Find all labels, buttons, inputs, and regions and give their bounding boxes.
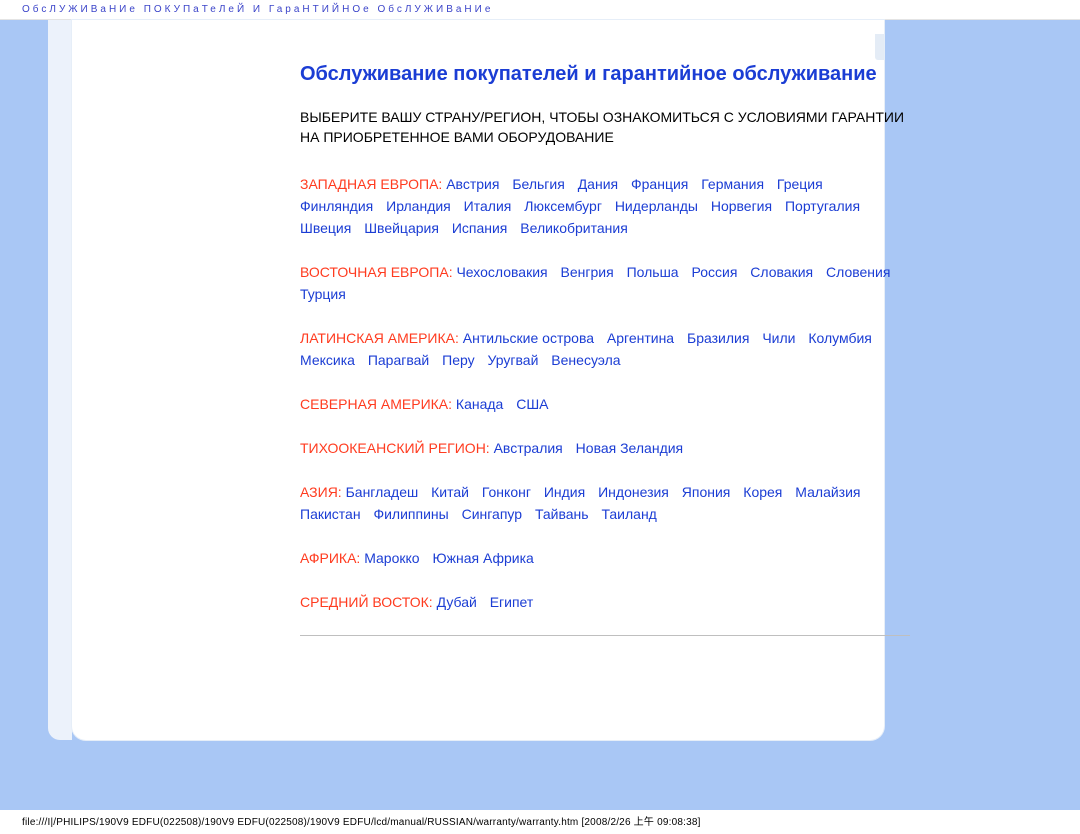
region-block: АЗИЯ: Бангладеш Китай Гонконг Индия Индо… [300, 481, 910, 525]
country-link[interactable]: Аргентина [607, 330, 674, 346]
country-link[interactable]: Чехословакия [456, 264, 547, 280]
country-link[interactable]: Швейцария [364, 220, 439, 236]
region-block: АФРИКА: Марокко Южная Африка [300, 547, 910, 569]
country-link[interactable]: Пакистан [300, 506, 361, 522]
document-viewport: Обслуживание покупателей и гарантийное о… [0, 19, 1080, 810]
region-label: СЕВЕРНАЯ АМЕРИКА: [300, 396, 452, 412]
country-link[interactable]: Бангладеш [346, 484, 419, 500]
country-link[interactable]: Великобритания [520, 220, 628, 236]
region-label: ЛАТИНСКАЯ АМЕРИКА: [300, 330, 459, 346]
region-label: ЗАПАДНАЯ ЕВРОПА: [300, 176, 442, 192]
region-block: ВОСТОЧНАЯ ЕВРОПА: Чехословакия Венгрия П… [300, 261, 910, 305]
country-link[interactable]: Ирландия [386, 198, 451, 214]
country-link[interactable]: Канада [456, 396, 503, 412]
country-link[interactable]: Китай [431, 484, 469, 500]
country-link[interactable]: Парагвай [368, 352, 429, 368]
country-link[interactable]: Норвегия [711, 198, 772, 214]
country-link[interactable]: Италия [464, 198, 512, 214]
country-link[interactable]: Малайзия [795, 484, 860, 500]
country-link[interactable]: Франция [631, 176, 688, 192]
country-link[interactable]: Греция [777, 176, 823, 192]
country-link[interactable]: Финляндия [300, 198, 373, 214]
region-label: ТИХООКЕАНСКИЙ РЕГИОН: [300, 440, 490, 456]
country-link[interactable]: Индонезия [598, 484, 669, 500]
page-header-bar: ОбсЛУЖИВаНИе ПОКУПаТеЛеЙ И ГараНТИЙНОе О… [0, 0, 1080, 17]
content-area: Обслуживание покупателей и гарантийное о… [300, 64, 910, 643]
country-link[interactable]: Бразилия [687, 330, 749, 346]
country-link[interactable]: Дания [578, 176, 618, 192]
country-link[interactable]: Сингапур [462, 506, 522, 522]
region-label: ВОСТОЧНАЯ ЕВРОПА: [300, 264, 453, 280]
country-link[interactable]: Новая Зеландия [576, 440, 683, 456]
country-link[interactable]: Антильские острова [463, 330, 594, 346]
country-link[interactable]: Нидерланды [615, 198, 698, 214]
country-link[interactable]: Египет [490, 594, 534, 610]
country-link[interactable]: Уругвай [488, 352, 539, 368]
country-link[interactable]: Словения [826, 264, 890, 280]
country-link[interactable]: Корея [743, 484, 782, 500]
left-gutter [48, 20, 72, 740]
region-block: ТИХООКЕАНСКИЙ РЕГИОН: Австралия Новая Зе… [300, 437, 910, 459]
country-link[interactable]: Португалия [785, 198, 860, 214]
country-link[interactable]: Япония [682, 484, 731, 500]
page-title: Обслуживание покупателей и гарантийное о… [300, 64, 910, 85]
country-link[interactable]: Польша [627, 264, 679, 280]
paper-background: Обслуживание покупателей и гарантийное о… [38, 20, 1041, 780]
country-link[interactable]: Германия [701, 176, 764, 192]
footer-file-path: file:///I|/PHILIPS/190V9 EDFU(022508)/19… [22, 813, 701, 828]
region-block: ЗАПАДНАЯ ЕВРОПА: Австрия Бельгия Дания Ф… [300, 173, 910, 239]
country-link[interactable]: Колумбия [808, 330, 872, 346]
country-link[interactable]: Южная Африка [432, 550, 533, 566]
country-link[interactable]: Венесуэла [551, 352, 620, 368]
country-link[interactable]: США [516, 396, 548, 412]
region-block: СРЕДНИЙ ВОСТОК: Дубай Египет [300, 591, 910, 613]
country-link[interactable]: Турция [300, 286, 346, 302]
country-link[interactable]: Люксембург [524, 198, 602, 214]
country-link[interactable]: Дубай [437, 594, 477, 610]
country-link[interactable]: Гонконг [482, 484, 531, 500]
region-block: ЛАТИНСКАЯ АМЕРИКА: Антильские острова Ар… [300, 327, 910, 371]
paper: Обслуживание покупателей и гарантийное о… [72, 20, 884, 740]
intro-text: ВЫБЕРИТЕ ВАШУ СТРАНУ/РЕГИОН, ЧТОБЫ ОЗНАК… [300, 107, 910, 147]
country-link[interactable]: Бельгия [512, 176, 564, 192]
country-link[interactable]: Швеция [300, 220, 351, 236]
country-link[interactable]: Венгрия [561, 264, 614, 280]
region-label: АФРИКА: [300, 550, 360, 566]
country-link[interactable]: Австралия [494, 440, 563, 456]
country-link[interactable]: Перу [442, 352, 474, 368]
country-link[interactable]: Россия [691, 264, 737, 280]
region-label: СРЕДНИЙ ВОСТОК: [300, 594, 433, 610]
country-link[interactable]: Таиланд [601, 506, 656, 522]
country-link[interactable]: Чили [762, 330, 795, 346]
country-link[interactable]: Филиппины [373, 506, 448, 522]
country-link[interactable]: Тайвань [535, 506, 589, 522]
country-link[interactable]: Испания [452, 220, 508, 236]
region-block: СЕВЕРНАЯ АМЕРИКА: Канада США [300, 393, 910, 415]
separator [300, 635, 910, 636]
country-link[interactable]: Индия [544, 484, 585, 500]
region-label: АЗИЯ: [300, 484, 342, 500]
country-link[interactable]: Марокко [364, 550, 419, 566]
country-link[interactable]: Мексика [300, 352, 355, 368]
country-link[interactable]: Словакия [750, 264, 813, 280]
country-link[interactable]: Австрия [446, 176, 499, 192]
